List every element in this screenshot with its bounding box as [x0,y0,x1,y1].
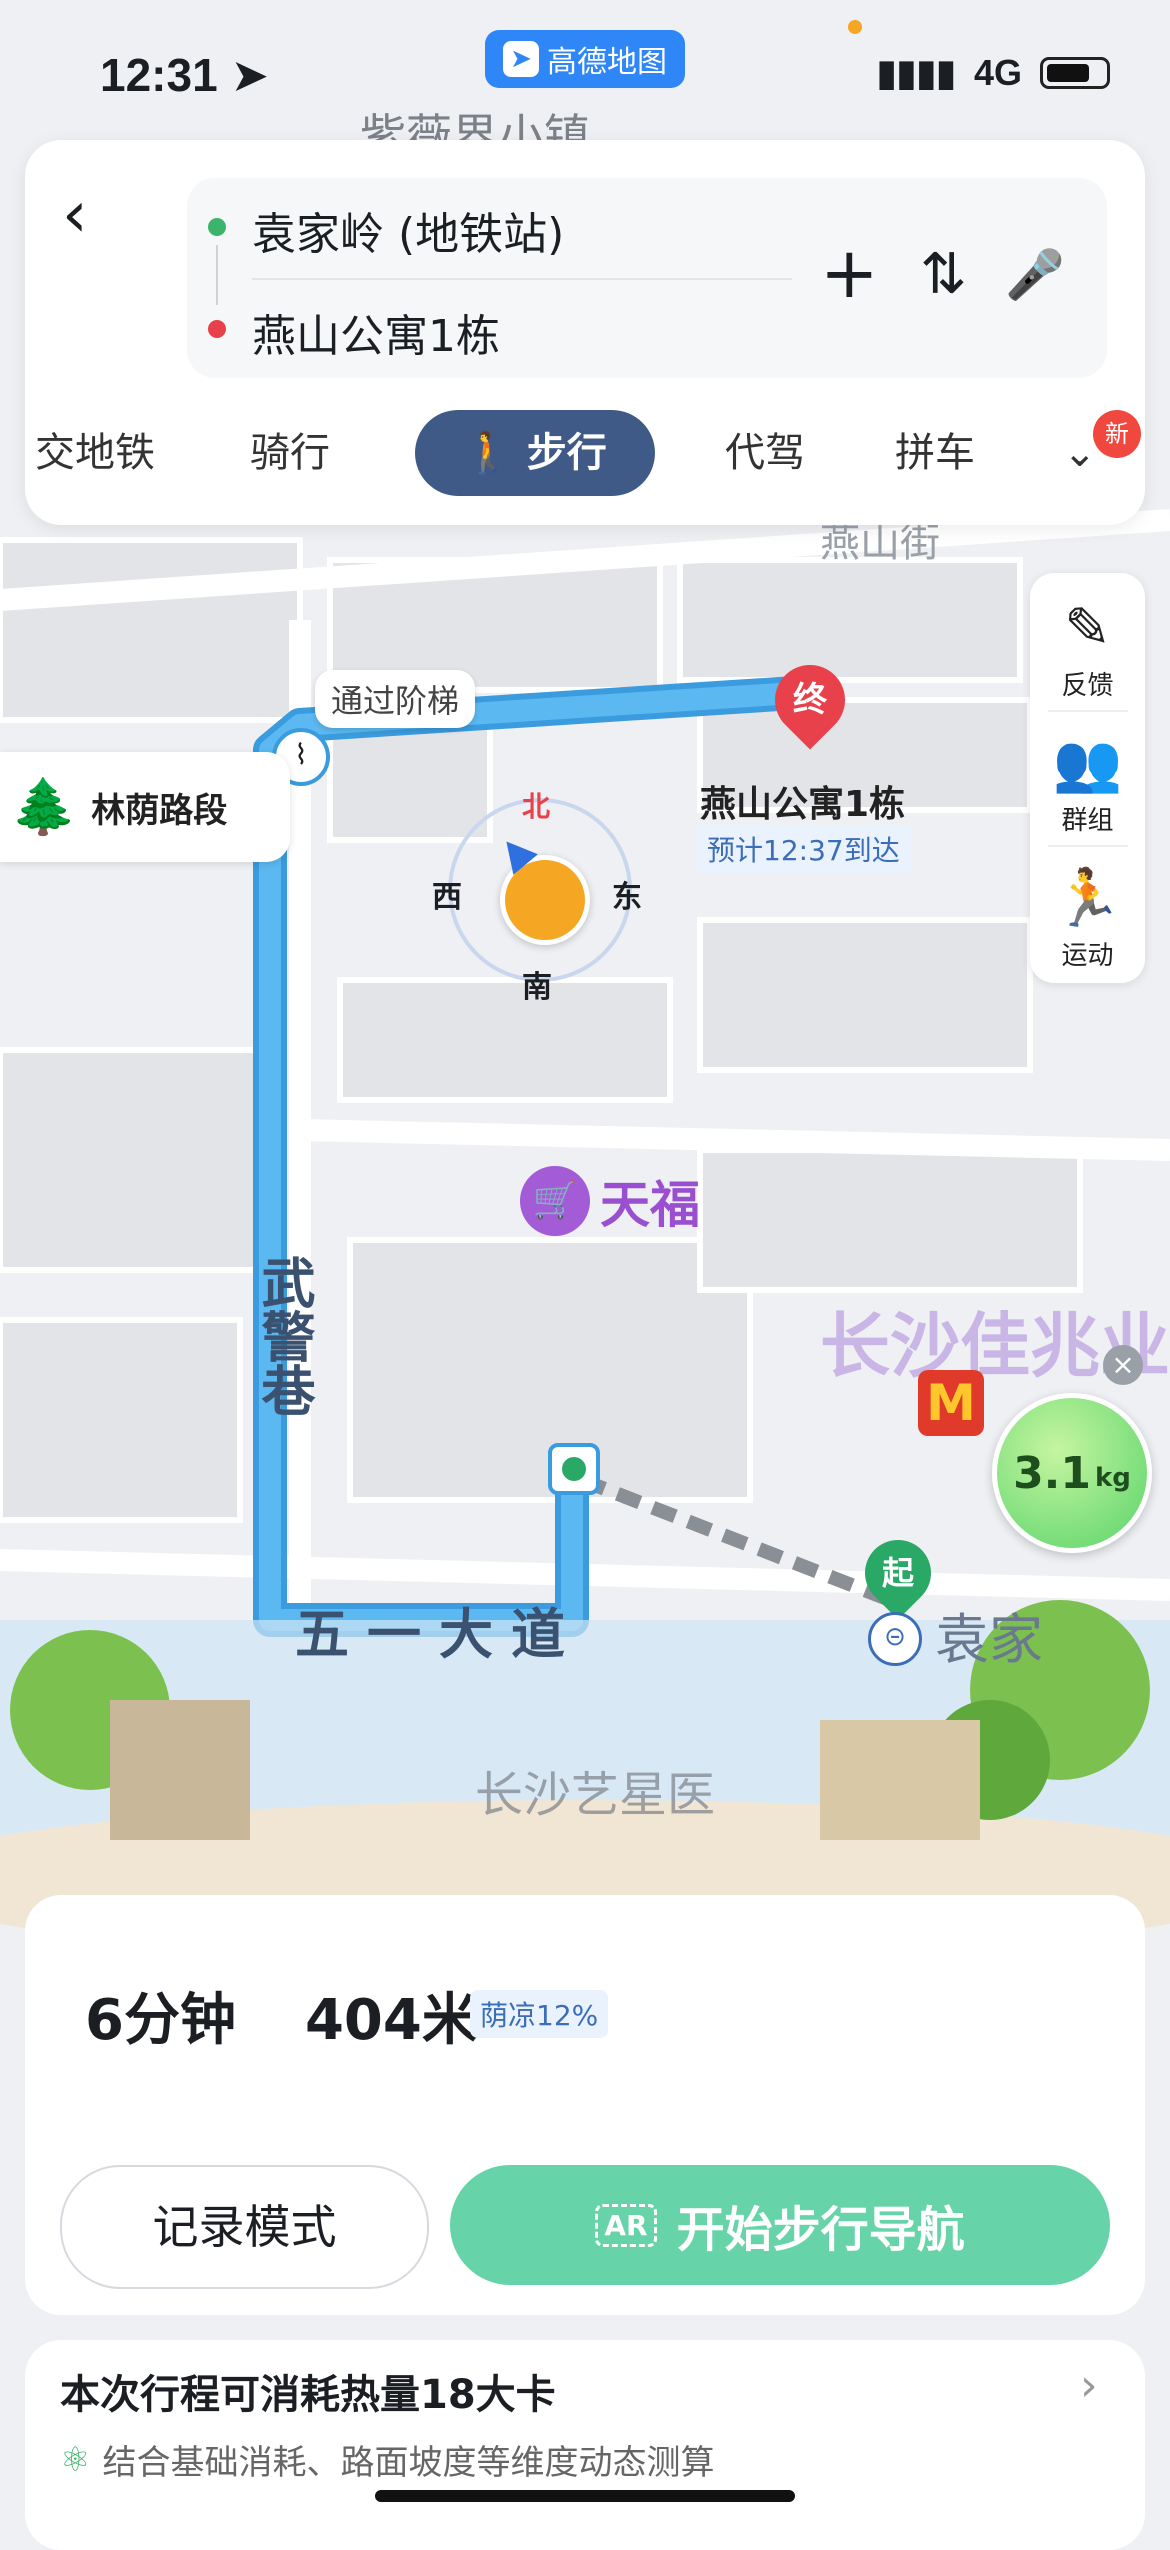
poi-tianfu[interactable]: 🛒 天福 [520,1165,700,1237]
status-right: ▮▮▮▮ 4G [877,52,1110,94]
connector-line [216,245,218,305]
home-indicator [375,2490,795,2502]
origin-field[interactable]: 袁家岭 (地铁站) [252,198,564,262]
run-icon: 🏃 [1052,866,1123,931]
compass-north: 北 [522,790,551,823]
app-badge[interactable]: ➤ 高德地图 [485,30,685,88]
add-waypoint-button[interactable]: + [820,238,879,308]
road-label-wuyi: 五一大道 [295,1603,583,1666]
station-map-label: 袁家 [935,1608,1043,1671]
poi-tianfu-label: 天福 [600,1176,700,1234]
new-badge: 新 [1093,410,1141,458]
end-marker-label: 终 [793,680,827,720]
tool-divider [1048,845,1128,847]
feedback-button[interactable]: ✎ 反馈 [1030,593,1145,702]
shade-percentage: 荫凉12% [470,1990,609,2038]
mcdonalds-icon[interactable]: M [918,1370,984,1436]
tree-icon: 🌲 [10,775,78,838]
transport-tabs: 交地铁 骑行 🚶 步行 代驾 拼车 ⌄ [35,410,1135,500]
carbon-value: 3.1 [1013,1447,1092,1499]
compass-east: 东 [612,880,642,915]
compass-south: 南 [522,970,552,1005]
back-button[interactable]: ‹ [62,175,132,255]
signal-icon: ▮▮▮▮ [876,52,956,93]
calorie-subtitle: ⚛ 结合基础消耗、路面坡度等维度动态测算 [60,2435,714,2484]
calorie-subtitle-text: 结合基础消耗、路面坡度等维度动态测算 [102,2443,715,2483]
tab-transit[interactable]: 交地铁 [35,410,155,496]
start-walking-nav-button[interactable]: AR 开始步行导航 [450,2165,1110,2285]
shade-segment-callout[interactable]: 🌲 林荫路段 [0,752,290,862]
stairs-hint: 通过阶梯 [315,670,476,728]
calorie-title: 本次行程可消耗热量18大卡 [60,2372,556,2418]
duration: 6分钟 [85,1988,236,2053]
feedback-label: 反馈 [1061,671,1114,701]
status-time: 12:31 ➤ [100,49,269,101]
close-icon[interactable]: × [1103,1345,1143,1385]
sport-label: 运动 [1061,941,1114,971]
carbon-unit: kg [1095,1463,1131,1493]
start-marker-label: 起 [881,1554,914,1592]
waypoint-icon [548,1443,600,1495]
group-button[interactable]: 👥 群组 [1030,728,1145,837]
metro-station-icon: ⊝ [868,1612,922,1666]
origin-dot-icon [208,218,226,236]
amap-logo-icon: ➤ [503,41,539,77]
ar-icon: AR [595,2203,657,2247]
tab-walking[interactable]: 🚶 步行 [415,410,655,496]
app-badge-label: 高德地图 [547,45,667,80]
walker-icon: 🚶 [463,430,513,476]
start-nav-label: 开始步行导航 [676,2202,965,2258]
distance: 404米 [304,1988,478,2053]
group-label: 群组 [1061,806,1114,836]
side-tools-panel: ✎ 反馈 👥 群组 🏃 运动 [1030,573,1145,983]
chevron-down-icon: ⌄ [1063,430,1097,476]
compass-west: 西 [432,880,462,915]
hospital-map-label: 长沙艺星医 [475,1767,716,1823]
tab-cycling[interactable]: 骑行 [250,410,330,496]
chevron-left-icon: ‹ [62,178,88,252]
record-mode-button[interactable]: 记录模式 [60,2165,429,2289]
tool-divider [1048,710,1128,712]
destination-field[interactable]: 燕山公寓1栋 [252,300,500,364]
eta-label: 预计12:37到达 [695,825,912,873]
atom-icon: ⚛ [60,2439,91,2480]
tab-designated-driver[interactable]: 代驾 [725,410,805,496]
sport-button[interactable]: 🏃 运动 [1030,863,1145,972]
chevron-right-icon: › [1080,2360,1098,2411]
group-icon: 👥 [1052,731,1123,796]
carbon-bubble[interactable]: 3.1 kg [992,1393,1152,1553]
notification-dot [848,20,862,34]
location-arrow-icon: ➤ [230,49,269,101]
more-tabs-button[interactable]: ⌄ [1063,410,1097,496]
road-label-wujing: 武警巷 [252,1255,315,1417]
shopping-cart-icon: 🛒 [520,1166,590,1236]
voice-input-button[interactable]: 🎤 [1005,245,1065,305]
route-summary: 6分钟 404米 [85,1975,478,2056]
destination-map-label: 燕山公寓1栋 [700,784,906,825]
network-label: 4G [973,52,1022,93]
edit-icon: ✎ [1064,596,1111,661]
od-divider [252,278,792,280]
swap-button[interactable]: ⇅ [920,240,967,310]
shade-segment-label: 林荫路段 [91,790,228,831]
tab-carpool[interactable]: 拼车 [895,410,975,496]
destination-dot-icon [208,320,226,338]
battery-icon [1040,57,1110,89]
